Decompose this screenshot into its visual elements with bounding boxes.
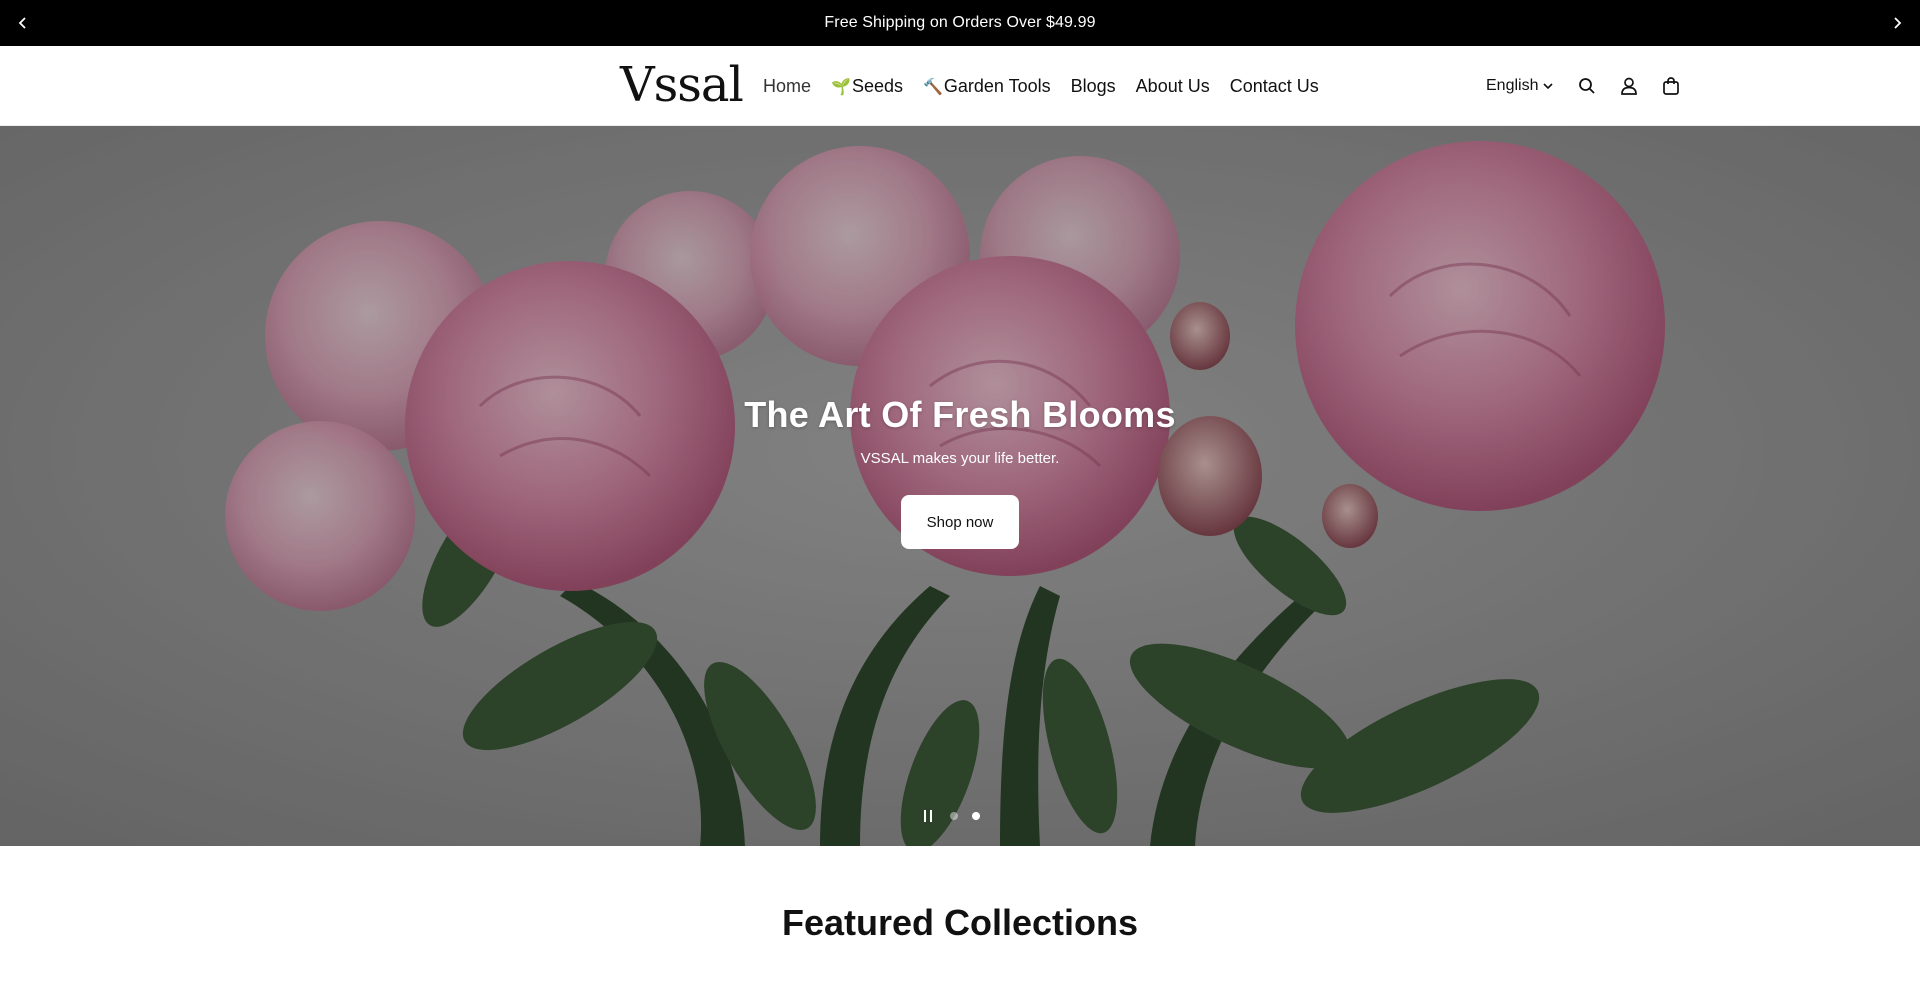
nav-item-label: About Us <box>1135 75 1210 96</box>
announcement-prev-button[interactable] <box>0 0 46 46</box>
site-header: Vssal Home 🌱Seeds 🔨Garden Tools Blogs Ab… <box>0 46 1920 126</box>
hammer-icon: 🔨 <box>922 78 943 96</box>
announcement-text: Free Shipping on Orders Over $49.99 <box>824 14 1096 31</box>
slide-dot-2[interactable] <box>972 812 980 820</box>
nav-item-label: Blogs <box>1070 75 1116 96</box>
pause-button[interactable] <box>920 808 936 824</box>
nav-item-label: Home <box>763 75 812 96</box>
slider-controls <box>920 806 980 826</box>
header-tools: English <box>1486 46 1682 126</box>
featured-collections-heading: Featured Collections <box>781 902 1139 943</box>
hero-slideshow: The Art Of Fresh Blooms VSSAL makes your… <box>0 126 1920 846</box>
language-selector[interactable]: English <box>1486 77 1554 95</box>
nav-item-blogs[interactable]: Blogs <box>1071 76 1116 97</box>
nav-item-label: Garden Tools <box>943 75 1051 96</box>
chevron-down-icon <box>1543 83 1554 90</box>
nav-item-label: Seeds <box>851 75 903 96</box>
announcement-bar: Free Shipping on Orders Over $49.99 <box>0 0 1920 46</box>
hero-title: The Art Of Fresh Blooms <box>744 394 1176 435</box>
search-button[interactable] <box>1576 75 1598 97</box>
announcement-next-button[interactable] <box>1874 0 1920 46</box>
hero-subtitle: VSSAL makes your life better. <box>860 450 1060 467</box>
search-icon <box>1579 78 1596 94</box>
slide-dot-1[interactable] <box>950 812 958 820</box>
main-nav: Home 🌱Seeds 🔨Garden Tools Blogs About Us… <box>763 46 1319 126</box>
account-button[interactable] <box>1618 75 1640 97</box>
nav-item-contact-us[interactable]: Contact Us <box>1230 76 1319 97</box>
nav-item-about-us[interactable]: About Us <box>1136 76 1210 97</box>
site-logo[interactable]: Vssal <box>620 59 744 111</box>
pause-icon <box>924 810 932 822</box>
nav-item-label: Contact Us <box>1229 75 1319 96</box>
nav-item-garden-tools[interactable]: 🔨Garden Tools <box>923 76 1051 97</box>
chevron-left-icon <box>18 17 26 29</box>
nav-item-home[interactable]: Home <box>763 76 811 97</box>
nav-item-seeds[interactable]: 🌱Seeds <box>831 76 903 97</box>
seedling-icon: 🌱 <box>831 78 851 96</box>
hero-content: The Art Of Fresh Blooms VSSAL makes your… <box>0 394 1920 549</box>
account-icon <box>1621 77 1638 95</box>
shop-now-button[interactable]: Shop now <box>901 495 1019 549</box>
cart-button[interactable] <box>1660 75 1682 97</box>
cart-icon <box>1663 77 1680 95</box>
chevron-right-icon <box>1894 17 1902 29</box>
language-label: English <box>1486 77 1539 94</box>
